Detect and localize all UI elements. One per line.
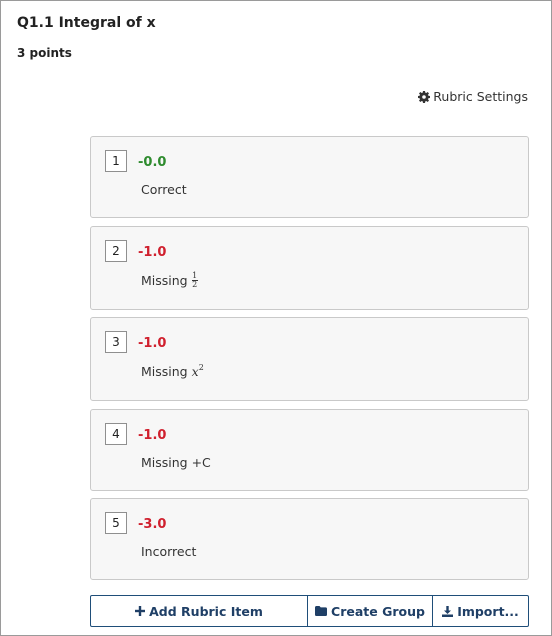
create-group-label: Create Group: [331, 603, 425, 619]
download-icon: [442, 605, 454, 617]
rubric-item-text: Correct: [141, 182, 187, 197]
rubric-item-description[interactable]: Missing +C: [141, 455, 211, 470]
rubric-item-points[interactable]: -1.0: [138, 336, 166, 351]
rubric-item[interactable]: 3 -1.0 Missing x2: [90, 317, 529, 401]
rubric-item-key[interactable]: 3: [105, 331, 127, 353]
rubric-toolbar: Add Rubric Item Create Group Import...: [90, 595, 529, 627]
rubric-item-points[interactable]: -3.0: [138, 517, 166, 532]
rubric-item-key[interactable]: 2: [105, 240, 127, 262]
rubric-item-description[interactable]: Correct: [141, 182, 187, 197]
rubric-item-text: Missing: [141, 273, 188, 288]
question-title: Q1.1 Integral of x: [17, 15, 156, 31]
question-panel: Q1.1 Integral of x 3 points Rubric Setti…: [0, 0, 552, 636]
rubric-item-points[interactable]: -0.0: [138, 155, 166, 170]
rubric-item[interactable]: 5 -3.0 Incorrect: [90, 498, 529, 580]
add-rubric-item-label: Add Rubric Item: [149, 603, 263, 619]
import-label: Import...: [457, 603, 519, 619]
rubric-item-text: Incorrect: [141, 544, 197, 559]
rubric-item-key[interactable]: 5: [105, 512, 127, 534]
fraction-numerator: 1: [192, 271, 198, 280]
math-x-squared: x2: [191, 363, 204, 379]
rubric-settings-label: Rubric Settings: [433, 89, 528, 104]
fraction-denominator: 2: [192, 280, 198, 289]
rubric-item-text: Missing +C: [141, 455, 211, 470]
import-button[interactable]: Import...: [432, 596, 528, 626]
rubric-item[interactable]: 2 -1.0 Missing 1 2: [90, 226, 529, 310]
rubric-item-description[interactable]: Missing 1 2: [141, 272, 198, 289]
gear-icon: [418, 90, 431, 103]
question-points: 3 points: [17, 46, 72, 60]
rubric-item-key[interactable]: 1: [105, 150, 127, 172]
rubric-item[interactable]: 1 -0.0 Correct: [90, 136, 529, 218]
rubric-item-description[interactable]: Missing x2: [141, 363, 204, 379]
rubric-item-points[interactable]: -1.0: [138, 245, 166, 260]
rubric-item[interactable]: 4 -1.0 Missing +C: [90, 409, 529, 491]
add-rubric-item-button[interactable]: Add Rubric Item: [91, 596, 307, 626]
plus-icon: [135, 606, 146, 616]
math-fraction: 1 2: [191, 271, 198, 289]
create-group-button[interactable]: Create Group: [307, 596, 432, 626]
rubric-item-key[interactable]: 4: [105, 423, 127, 445]
rubric-item-description[interactable]: Incorrect: [141, 544, 196, 559]
folder-icon: [315, 606, 328, 616]
rubric-item-points[interactable]: -1.0: [138, 428, 166, 443]
rubric-item-text: Missing: [141, 363, 188, 379]
rubric-settings-link[interactable]: Rubric Settings: [418, 89, 528, 104]
